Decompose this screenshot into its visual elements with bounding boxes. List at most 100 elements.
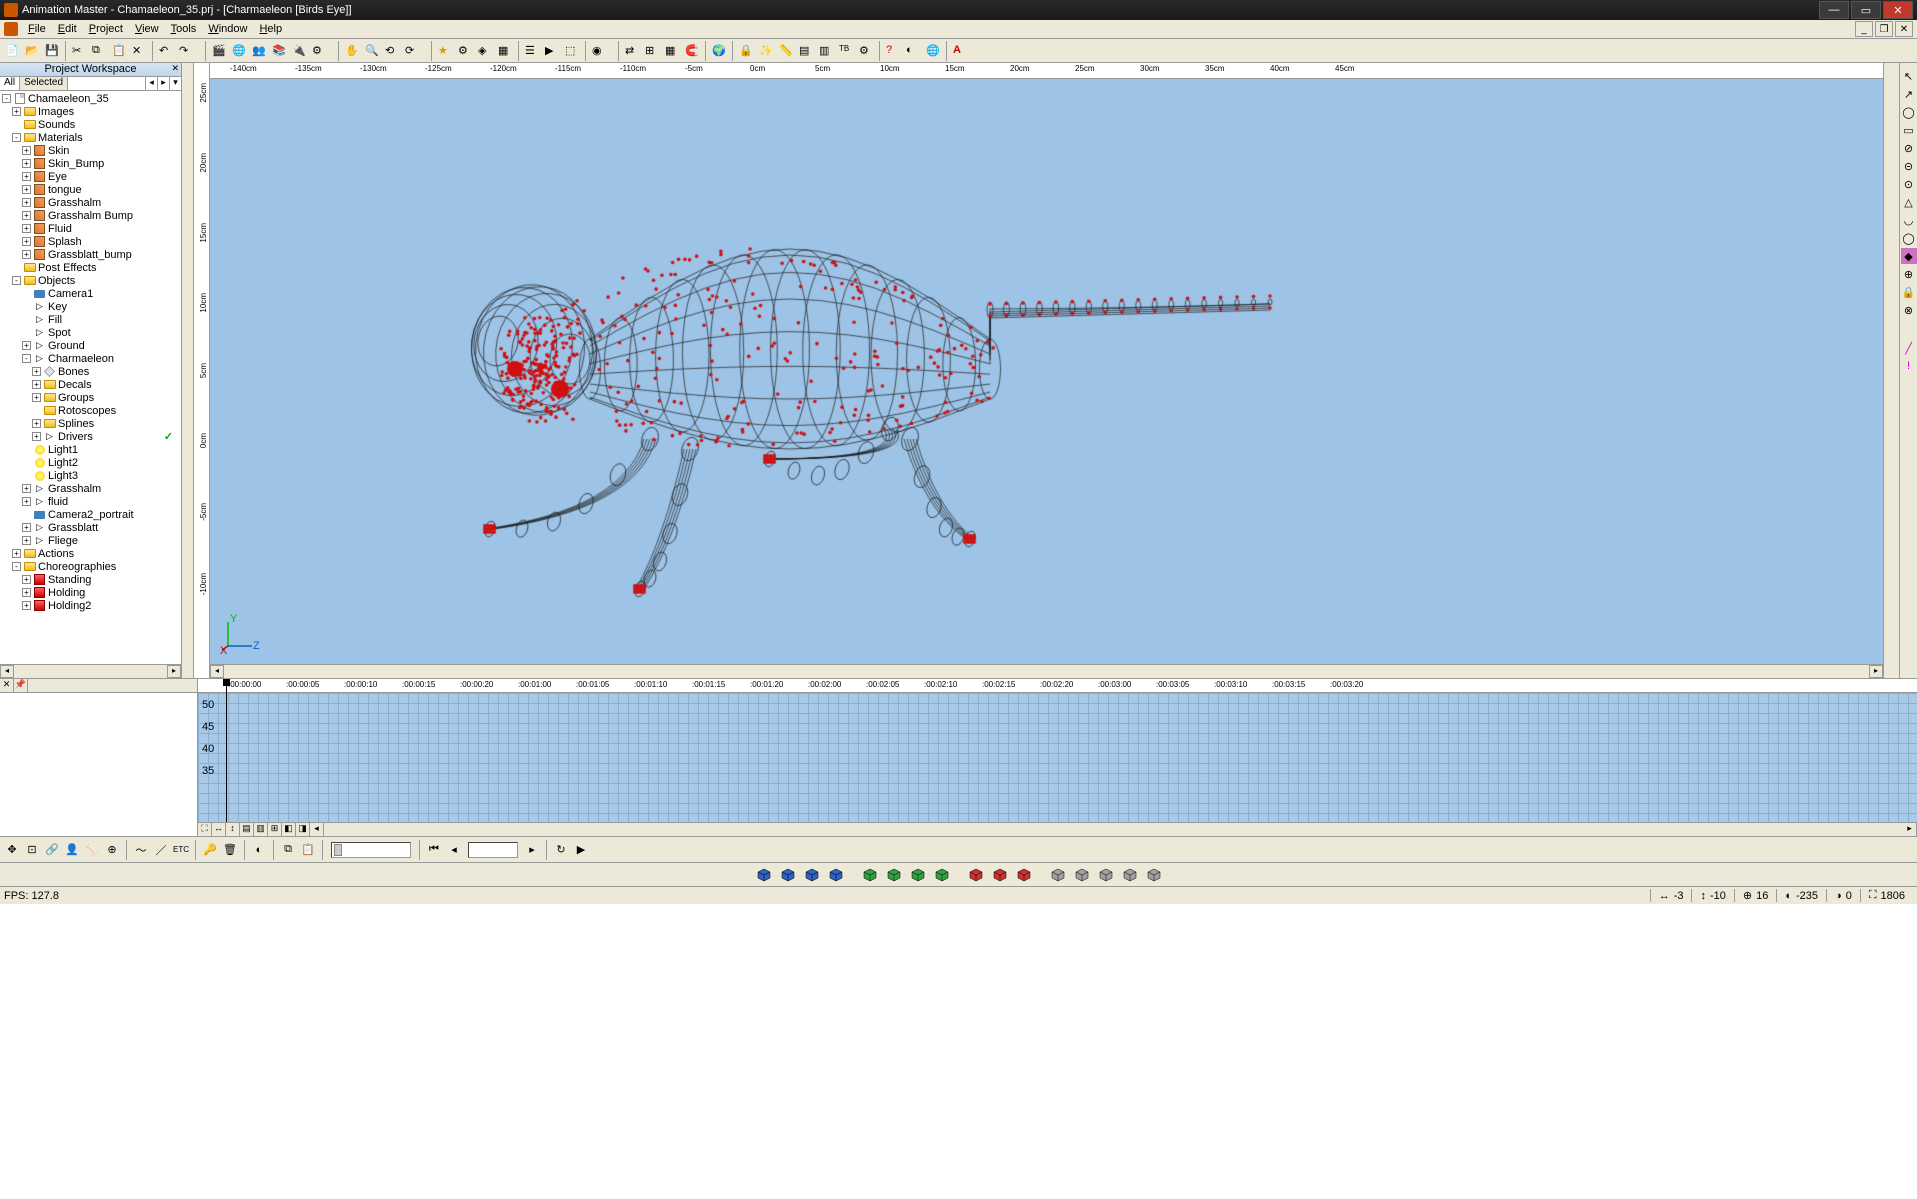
hide-tool[interactable]: ⊗ [1901, 302, 1917, 318]
tree-item-light1[interactable]: Light1 [0, 443, 181, 456]
mdi-close-button[interactable]: ✕ [1895, 21, 1913, 37]
tl-toggle1[interactable]: ▤ [240, 823, 254, 836]
tree-item-grassblatt[interactable]: +▷Grassblatt [0, 521, 181, 534]
tree-scroll-track[interactable] [14, 665, 167, 678]
timeline-graph[interactable]: 50454035 [198, 693, 1917, 822]
tree-item-chamaeleon_35[interactable]: -Chamaeleon_35 [0, 92, 181, 105]
goto-start-button[interactable]: ⏮ [425, 841, 443, 859]
tree-item-fluid[interactable]: +Fluid [0, 222, 181, 235]
view-mode-6[interactable] [908, 865, 928, 885]
community-button[interactable]: 👥 [250, 42, 268, 60]
project-tree[interactable]: -Chamaeleon_35+ImagesSounds-Materials+Sk… [0, 91, 181, 664]
extrude-tool[interactable]: ▭ [1901, 122, 1917, 138]
tree-item-fliege[interactable]: +▷Fliege [0, 534, 181, 547]
tl-toggle5[interactable]: ◨ [296, 823, 310, 836]
view-mode-14[interactable] [1120, 865, 1140, 885]
redo-button[interactable]: ↷ [177, 42, 195, 60]
skeleton-button[interactable]: ☰ [523, 42, 541, 60]
world-button[interactable]: 🌐 [230, 42, 248, 60]
edit-tool[interactable]: ↖ [1901, 68, 1917, 84]
tree-item-images[interactable]: +Images [0, 105, 181, 118]
settings-button[interactable]: ⚙ [857, 42, 875, 60]
key-bone-button[interactable]: 🦴 [83, 841, 101, 859]
magnet-tool[interactable]: ╱ [1901, 340, 1917, 356]
tree-item-actions[interactable]: +Actions [0, 547, 181, 560]
view-mode-10[interactable] [1014, 865, 1034, 885]
menu-window[interactable]: Window [202, 21, 253, 37]
tree-item-light2[interactable]: Light2 [0, 456, 181, 469]
tab-nav-right[interactable]: ▸ [157, 77, 169, 90]
tree-item-holding2[interactable]: +Holding2 [0, 599, 181, 612]
tree-item-rotoscopes[interactable]: Rotoscopes [0, 404, 181, 417]
text-button[interactable]: A [951, 42, 969, 60]
viewport-canvas[interactable]: Y X Z [210, 79, 1883, 664]
tree-item-splash[interactable]: +Splash [0, 235, 181, 248]
view-mode-3[interactable] [826, 865, 846, 885]
dynamics-button[interactable]: ◉ [590, 42, 608, 60]
tree-item-grasshalm[interactable]: +▷Grasshalm [0, 482, 181, 495]
viewport-hscroll-left[interactable]: ◂ [210, 665, 224, 678]
tree-item-holding[interactable]: +Holding [0, 586, 181, 599]
pan-button[interactable]: ✋ [343, 42, 361, 60]
tree-scroll-left[interactable]: ◂ [0, 665, 14, 678]
tree-item-fluid[interactable]: +▷fluid [0, 495, 181, 508]
patch-select-tool[interactable]: ◆ [1901, 248, 1917, 264]
undo-button[interactable]: ↶ [157, 42, 175, 60]
add-tool[interactable]: ↗ [1901, 86, 1917, 102]
tree-item-fill[interactable]: ▷Fill [0, 313, 181, 326]
tl-toggle3[interactable]: ⊞ [268, 823, 282, 836]
tree-item-objects[interactable]: -Objects [0, 274, 181, 287]
tl-zoom-h[interactable]: ↔ [212, 823, 226, 836]
bones-mode-button[interactable]: ⚙ [456, 42, 474, 60]
tree-item-sounds[interactable]: Sounds [0, 118, 181, 131]
tree-item-spot[interactable]: ▷Spot [0, 326, 181, 339]
view-mode-0[interactable] [754, 865, 774, 885]
distort-mode-button[interactable]: ▦ [496, 42, 514, 60]
options-button[interactable]: ⚙ [310, 42, 328, 60]
view-mode-8[interactable] [966, 865, 986, 885]
peak-tool[interactable]: △ [1901, 194, 1917, 210]
tab-nav-menu[interactable]: ▾ [169, 77, 181, 90]
tl-scroll-left[interactable]: ◂ [310, 823, 324, 836]
tree-item-camera1[interactable]: Camera1 [0, 287, 181, 300]
key-delete-button[interactable]: 🗑 [221, 841, 239, 859]
view-mode-11[interactable] [1048, 865, 1068, 885]
view-mode-5[interactable] [884, 865, 904, 885]
menu-file[interactable]: File [22, 21, 52, 37]
copy-frame-button[interactable]: ⧉ [279, 841, 297, 859]
tree-item-light3[interactable]: Light3 [0, 469, 181, 482]
tree-item-tongue[interactable]: +tongue [0, 183, 181, 196]
tl-toggle2[interactable]: ▥ [254, 823, 268, 836]
viewport-hscroll-track[interactable] [224, 665, 1869, 678]
prev-frame-button[interactable]: ◂ [445, 841, 463, 859]
key-constraint-button[interactable]: 🔗 [43, 841, 61, 859]
menu-help[interactable]: Help [253, 21, 288, 37]
tree-item-key[interactable]: ▷Key [0, 300, 181, 313]
tl-scroll-track[interactable] [324, 823, 1903, 836]
lasso-tool[interactable]: ◯ [1901, 230, 1917, 246]
tree-item-standing[interactable]: +Standing [0, 573, 181, 586]
timeline-close-button[interactable]: ✕ [0, 679, 14, 692]
tree-item-drivers[interactable]: +▷Drivers✓ [0, 430, 181, 443]
view-mode-2[interactable] [802, 865, 822, 885]
tree-item-grasshalm-bump[interactable]: +Grasshalm Bump [0, 209, 181, 222]
key-make-button[interactable]: 🔑 [201, 841, 219, 859]
lathe-tool[interactable]: ◯ [1901, 104, 1917, 120]
copy-button[interactable]: ⧉ [90, 42, 108, 60]
viewport-hscroll-right[interactable]: ▸ [1869, 665, 1883, 678]
snap-button[interactable]: ⊞ [643, 42, 661, 60]
rotate-button[interactable]: ⟳ [403, 42, 421, 60]
timeline-button[interactable]: ▥ [817, 42, 835, 60]
tl-zoom-fit[interactable]: ⛶ [198, 823, 212, 836]
view-mode-13[interactable] [1096, 865, 1116, 885]
menu-tools[interactable]: Tools [165, 21, 203, 37]
chor-button[interactable]: ⬚ [563, 42, 581, 60]
new-button[interactable]: 📄 [3, 42, 21, 60]
display-button[interactable]: ▤ [797, 42, 815, 60]
view-mode-15[interactable] [1144, 865, 1164, 885]
tab-nav-left[interactable]: ◂ [145, 77, 157, 90]
current-frame-input[interactable] [468, 842, 518, 858]
close-button[interactable]: ✕ [1883, 1, 1913, 19]
distort-tool[interactable]: ! [1901, 358, 1917, 374]
cut-button[interactable]: ✂ [70, 42, 88, 60]
